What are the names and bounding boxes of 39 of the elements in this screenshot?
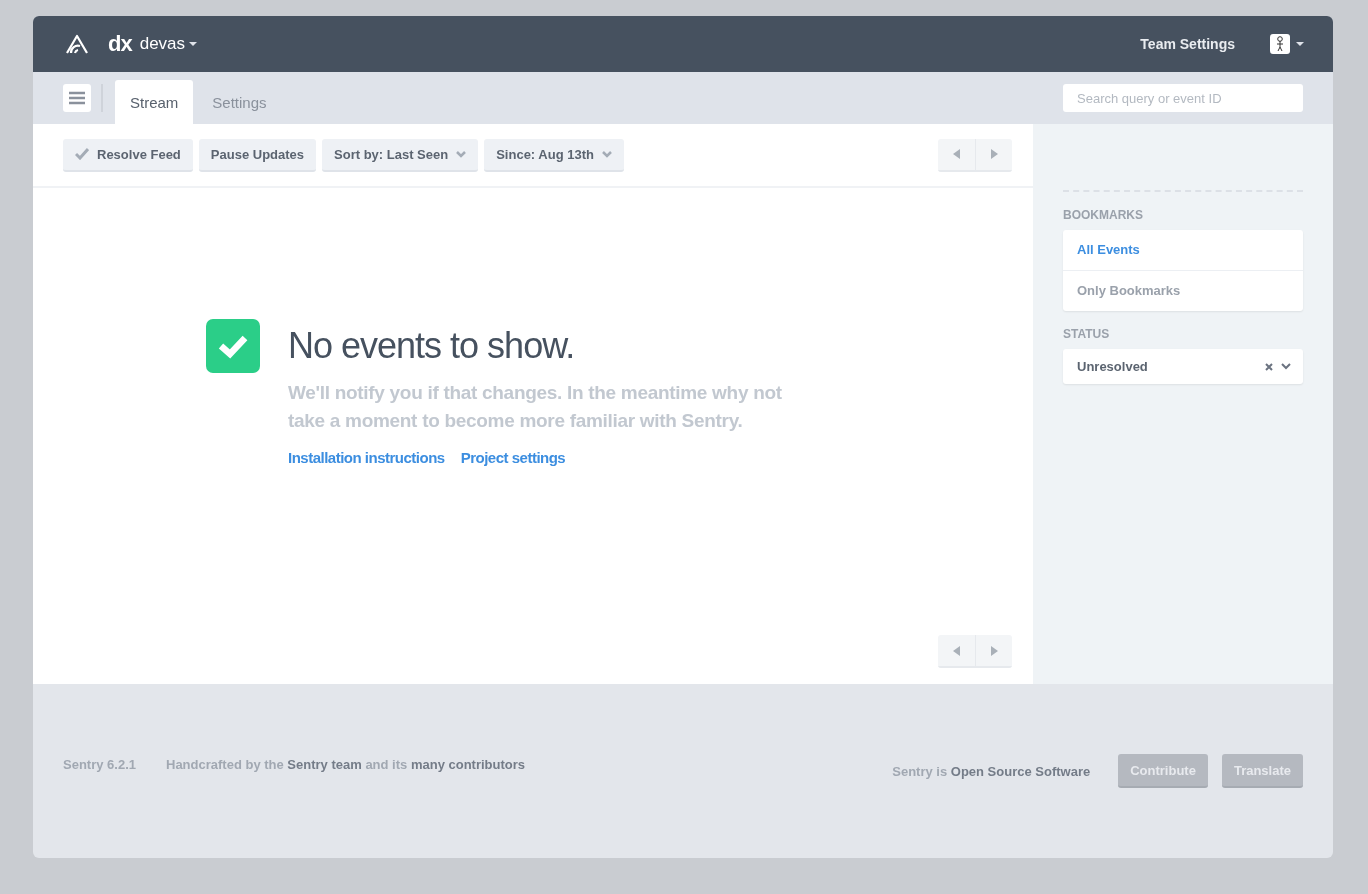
- chevron-down-icon: [456, 150, 467, 158]
- team-settings-link[interactable]: Team Settings: [1140, 36, 1235, 52]
- previous-page-button[interactable]: [938, 635, 975, 668]
- chevron-down-icon: [601, 150, 612, 158]
- section-heading: BOOKMARKS: [1063, 208, 1144, 222]
- triangle-right-icon: [990, 149, 998, 159]
- menu-button[interactable]: [63, 84, 91, 112]
- chevron-down-icon: [1281, 363, 1291, 370]
- next-page-button[interactable]: [975, 635, 1012, 668]
- empty-title: No events to show.: [288, 325, 576, 367]
- credits-text: Handcrafted by the Sentry team and its many contributors: [166, 756, 526, 772]
- link[interactable]: Project settings: [460, 449, 566, 466]
- link[interactable]: Installation instructions: [288, 449, 445, 466]
- avatar-icon: [1270, 34, 1290, 54]
- triangle-right-icon: [990, 645, 998, 656]
- triangle-left-icon: [953, 149, 960, 159]
- previous-page-button[interactable]: [938, 138, 975, 172]
- check-icon: [75, 148, 89, 160]
- org-abbreviation: dx: [108, 31, 132, 57]
- status-select[interactable]: Unresolved: [1063, 349, 1303, 384]
- menu-icon: [69, 91, 85, 105]
- toolbar-button[interactable]: Since: Aug 13th: [484, 138, 624, 172]
- empty-message: We'll notify you if that changes. In the meantime why not take a moment to become more familiar with Sentry.: [288, 381, 783, 433]
- section-heading: STATUS: [1063, 327, 1111, 341]
- next-page-button[interactable]: [975, 138, 1012, 172]
- toolbar-button[interactable]: Pause Updates: [198, 138, 317, 172]
- search-field[interactable]: Search query or event ID: [1063, 84, 1303, 112]
- triangle-left-icon: [953, 645, 960, 656]
- clear-icon[interactable]: [1265, 362, 1273, 371]
- org-dropdown[interactable]: devas: [139, 34, 198, 54]
- checkmark-icon: [206, 319, 260, 373]
- bookmark-item[interactable]: All Events: [1063, 230, 1303, 270]
- avatar-menu[interactable]: [1270, 34, 1304, 54]
- logo-icon[interactable]: [65, 34, 89, 54]
- tab[interactable]: Stream: [115, 80, 194, 124]
- version-text: Sentry 6.2.1: [63, 756, 136, 772]
- toolbar-button[interactable]: Sort by: Last Seen: [322, 138, 479, 172]
- toolbar-button[interactable]: Resolve Feed: [63, 138, 193, 172]
- open-source-text: Sentry is Open Source Software: [892, 763, 1091, 779]
